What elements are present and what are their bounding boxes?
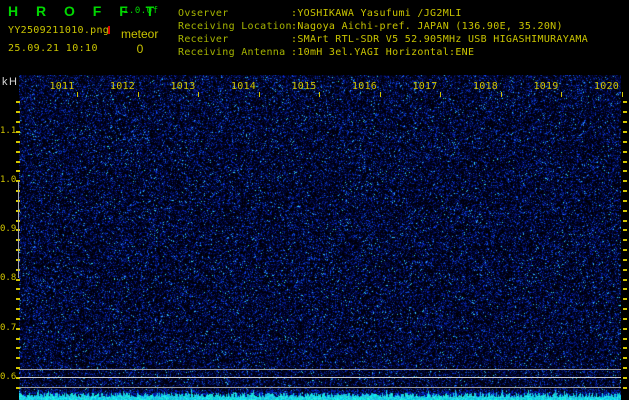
freq-axis-label: 0.7	[0, 323, 17, 333]
axis-tick	[623, 377, 627, 379]
time-axis-label: 1014	[231, 81, 256, 92]
axis-tick	[623, 141, 627, 143]
axis-tick	[623, 170, 627, 172]
time-axis-label: 1016	[352, 81, 377, 92]
station-row-antenna: Receiving Antenna :10mH 3el.YAGI Horizon…	[178, 46, 588, 59]
reference-line-upper	[19, 369, 621, 370]
axis-tick	[16, 318, 20, 320]
axis-tick	[623, 387, 627, 389]
axis-tick	[16, 131, 20, 133]
axis-tick	[16, 298, 20, 300]
axis-tick	[623, 298, 627, 300]
spectrogram-canvas	[19, 75, 621, 400]
mode-label: meteor	[121, 27, 159, 41]
station-row-receiver: Receiver :SMArt RTL-SDR V5 52.905MHz USB…	[178, 33, 588, 46]
axis-tick	[623, 347, 627, 349]
freq-axis-label: 0.9	[0, 224, 17, 234]
axis-tick	[16, 328, 20, 330]
axis-tick	[77, 92, 78, 97]
axis-tick	[500, 92, 502, 97]
axis-tick	[16, 288, 20, 290]
axis-tick	[623, 229, 627, 231]
axis-tick	[623, 239, 627, 241]
axis-tick	[623, 210, 627, 212]
axis-tick	[440, 92, 441, 97]
axis-tick	[137, 92, 139, 97]
date-time: 25.09.21 10:10	[8, 43, 98, 54]
freq-axis-label: 1.0	[0, 175, 17, 185]
station-row-location: Receiving Location :Nagoya Aichi-pref. J…	[178, 20, 588, 33]
reference-line-middle	[19, 377, 621, 378]
axis-tick	[623, 328, 627, 330]
axis-tick	[16, 279, 20, 281]
axis-tick	[623, 279, 627, 281]
axis-tick	[623, 111, 627, 113]
axis-tick	[623, 249, 627, 251]
hrofft-window: H R O F F T 1.0.0f YY2509211010.png mete…	[0, 0, 629, 400]
axis-tick	[16, 347, 20, 349]
axis-tick	[258, 92, 260, 97]
station-info: Ovserver :YOSHIKAWA Yasufumi /JG2MLI Rec…	[178, 7, 588, 59]
station-value: :Nagoya Aichi-pref. JAPAN (136.90E, 35.2…	[291, 21, 563, 32]
station-value: :YOSHIKAWA Yasufumi /JG2MLI	[291, 8, 462, 19]
axis-tick	[623, 180, 627, 182]
axis-tick	[621, 92, 623, 97]
axis-tick	[623, 161, 627, 163]
axis-tick	[623, 318, 627, 320]
echo-count: 0	[136, 42, 144, 56]
axis-tick	[623, 131, 627, 133]
axis-tick	[623, 367, 627, 369]
axis-tick	[623, 357, 627, 359]
time-axis-label: 1017	[412, 81, 438, 92]
freq-axis-label: 0.6	[0, 372, 17, 382]
axis-tick	[319, 92, 320, 97]
axis-tick	[16, 101, 20, 103]
station-label: Ovserver	[178, 8, 229, 19]
time-axis-label: 1012	[110, 81, 135, 92]
axis-tick	[623, 338, 627, 340]
axis-tick	[16, 111, 20, 113]
axis-tick	[623, 308, 627, 310]
time-axis-label: 1015	[291, 81, 317, 92]
axis-tick	[623, 151, 627, 153]
axis-tick	[623, 101, 627, 103]
axis-tick	[16, 357, 20, 359]
axis-tick	[16, 161, 20, 163]
app-version: 1.0.0f	[123, 6, 159, 16]
axis-tick	[561, 92, 562, 97]
station-value: :SMArt RTL-SDR V5 52.905MHz USB HIGASHIM…	[291, 34, 589, 45]
axis-tick	[623, 259, 627, 261]
left-edge-marker-line	[18, 181, 19, 278]
time-axis-label: 1013	[170, 81, 196, 92]
axis-tick	[16, 121, 20, 123]
axis-tick	[16, 170, 20, 172]
station-label: Receiving Location	[178, 21, 292, 32]
time-axis-label: 1019	[533, 81, 559, 92]
reference-line-lower	[19, 387, 621, 388]
axis-tick	[16, 338, 20, 340]
axis-tick	[16, 151, 20, 153]
axis-tick	[379, 92, 381, 97]
axis-tick	[623, 200, 627, 202]
axis-tick	[623, 121, 627, 123]
axis-tick	[623, 190, 627, 192]
axis-tick	[623, 269, 627, 271]
station-value: :10mH 3el.YAGI Horizontal:ENE	[291, 47, 475, 58]
time-axis-label: 1018	[473, 81, 498, 92]
level-marker-icon	[108, 26, 110, 34]
axis-tick	[198, 92, 199, 97]
station-label: Receiving Antenna	[178, 47, 286, 58]
station-label: Receiver	[178, 34, 229, 45]
time-axis-label: 1020	[594, 81, 619, 92]
axis-tick	[16, 141, 20, 143]
axis-tick	[16, 308, 20, 310]
freq-axis-label: 1.1	[0, 126, 17, 136]
time-axis-label: 1011	[49, 81, 75, 92]
axis-tick	[623, 288, 627, 290]
freq-axis-label: 0.8	[0, 273, 17, 283]
output-filename: YY2509211010.png	[8, 25, 110, 36]
station-row-observer: Ovserver :YOSHIKAWA Yasufumi /JG2MLI	[178, 7, 588, 20]
axis-tick	[623, 220, 627, 222]
